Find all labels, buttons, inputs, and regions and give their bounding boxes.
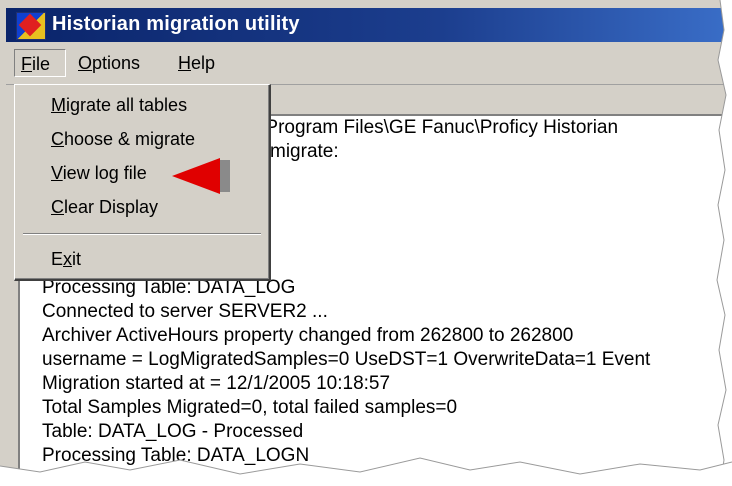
arrow-head [172,158,220,194]
mnemonic: V [51,163,63,183]
menu-options[interactable]: Options [72,49,146,77]
log-line: migrate: [270,141,339,162]
red-arrow-icon [172,158,230,194]
menu-item-label: E [51,249,64,269]
menu-item-label: iew log file [62,163,147,183]
menu-item-label: igrate all tables [66,95,188,115]
log-line: username = LogMigratedSamples=0 UseDST=1… [42,349,651,370]
mnemonic: C [51,129,64,149]
app-window: Historian migration utility File Options… [0,0,732,486]
menu-item-clear-display[interactable]: Clear Display [51,193,158,221]
log-line: Total Samples Migrated=0, total failed s… [42,397,458,418]
menu-file-label: ile [32,54,51,74]
menu-item-label: it [72,249,82,269]
menu-bar: File Options Help [6,42,732,85]
menu-item-label: hoose & migrate [64,129,196,149]
menu-help[interactable]: Help [172,49,221,77]
log-line: Archiver ActiveHours property changed fr… [42,325,574,346]
title-bar[interactable]: Historian migration utility [6,8,732,42]
mnemonic: M [51,95,66,115]
menu-item-exit[interactable]: Exit [51,245,81,273]
window-title: Historian migration utility [52,13,300,35]
menu-separator [23,233,261,235]
menu-help-label: elp [191,53,216,73]
menu-item-label: lear Display [64,197,159,217]
log-line: Migration started at = 12/1/2005 10:18:5… [42,373,391,394]
mnemonic: x [63,249,73,269]
torn-edge-right [716,0,732,486]
log-line: Connected to server SERVER2 ... [42,301,328,322]
menu-options-label: ptions [92,53,141,73]
menu-item-view-log-file[interactable]: View log file [51,159,147,187]
log-line: Table: DATA_LOG - Processed [42,421,304,442]
menu-item-choose-and-migrate[interactable]: Choose & migrate [51,125,195,153]
torn-edge-bottom [0,457,732,486]
menu-file-mnemonic: F [21,54,32,74]
log-line: n: C:\Program Files\GE Fanuc\Proficy His… [220,117,619,138]
app-icon[interactable] [16,12,46,40]
menu-file[interactable]: File [14,49,66,77]
mnemonic: C [51,197,64,217]
menu-item-migrate-all-tables[interactable]: Migrate all tables [51,91,187,119]
menu-options-mnemonic: O [78,53,93,73]
menu-help-mnemonic: H [178,53,191,73]
